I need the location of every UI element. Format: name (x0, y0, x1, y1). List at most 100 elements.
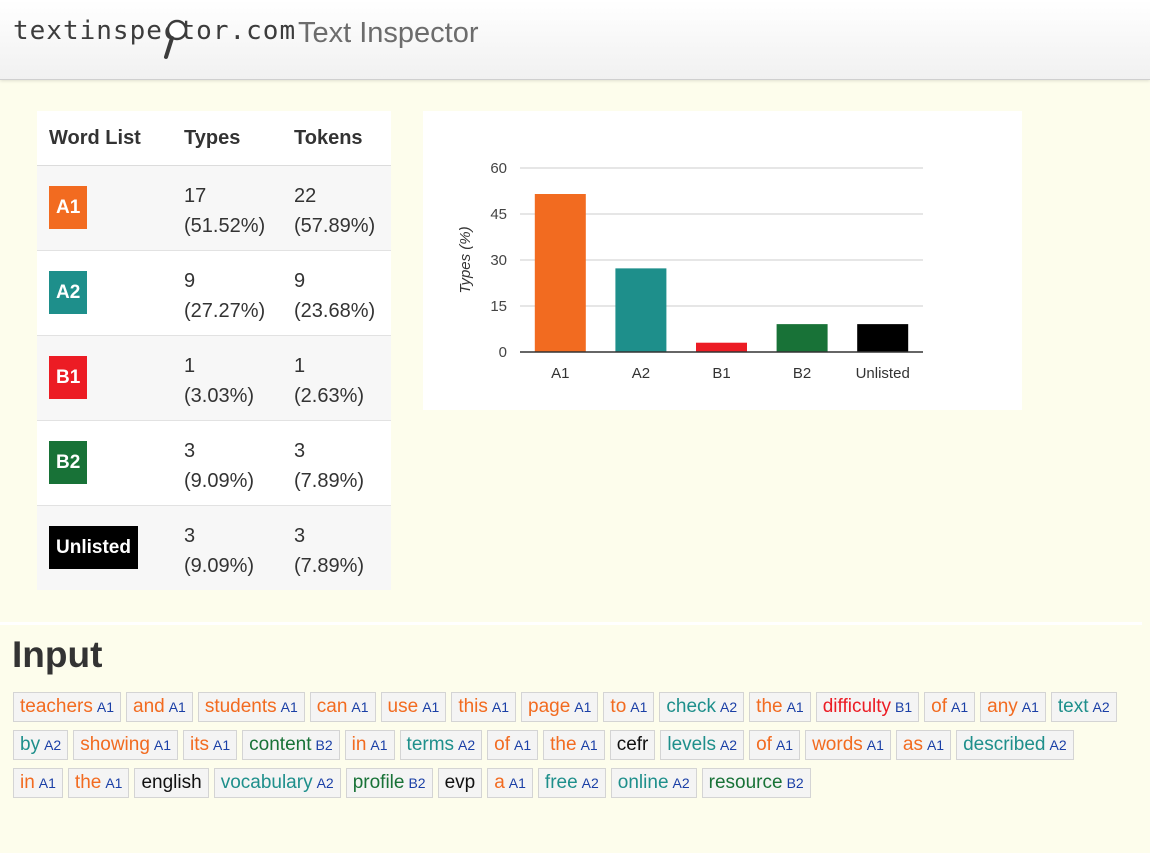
input-token[interactable]: of A1 (487, 730, 539, 760)
input-token[interactable]: the A1 (749, 692, 811, 722)
token-word: page (528, 696, 571, 717)
token-level: A1 (574, 699, 592, 715)
level-badge: A1 (49, 186, 88, 229)
y-tick-label: 45 (490, 206, 507, 223)
site-logo[interactable]: textinspector.com (13, 16, 296, 46)
token-word: this (458, 696, 488, 717)
input-token[interactable]: and A1 (126, 692, 193, 722)
token-word: the (756, 696, 783, 717)
input-token[interactable]: use A1 (380, 692, 447, 722)
input-token[interactable]: evp (437, 768, 483, 798)
types-cell-count: 3 (184, 440, 196, 462)
tokens-cell-count: 22 (294, 185, 317, 207)
token-level: A2 (44, 737, 62, 753)
input-token[interactable]: of A1 (924, 692, 976, 722)
input-token[interactable]: can A1 (309, 692, 376, 722)
types-cell-percent: (9.09%) (184, 470, 255, 492)
level-badge: B1 (49, 356, 88, 399)
types-cell-count: 3 (184, 525, 196, 547)
input-token[interactable]: resource B2 (701, 768, 811, 798)
input-token[interactable]: in A1 (344, 730, 395, 760)
input-token[interactable]: words A1 (805, 730, 891, 760)
y-axis-label: Types (%) (457, 226, 474, 293)
input-token[interactable]: english (134, 768, 209, 798)
input-token[interactable]: by A2 (13, 730, 69, 760)
input-token[interactable]: text A2 (1050, 692, 1117, 722)
tokens-cell: 3 (7.89%) (294, 521, 364, 581)
input-token[interactable]: showing A1 (73, 730, 179, 760)
input-token[interactable]: teachers A1 (13, 692, 121, 722)
token-word: online (617, 772, 669, 793)
level-badge: A2 (49, 271, 88, 314)
input-token[interactable]: vocabulary A2 (213, 768, 341, 798)
tokens-cell-percent: (23.68%) (294, 300, 376, 322)
input-token[interactable]: this A1 (451, 692, 517, 722)
token-word: the (74, 772, 102, 793)
input-token[interactable]: online A2 (610, 768, 697, 798)
input-token[interactable]: terms A2 (399, 730, 483, 760)
input-token[interactable]: in A1 (13, 768, 63, 798)
tokens-cell: 3 (7.89%) (294, 436, 364, 496)
input-token[interactable]: to A1 (603, 692, 655, 722)
types-cell-count: 17 (184, 185, 207, 207)
input-token[interactable]: the A1 (543, 730, 605, 760)
bar-a1 (534, 194, 586, 352)
input-token[interactable]: students A1 (197, 692, 305, 722)
input-token[interactable]: free A2 (537, 768, 606, 798)
token-level: A2 (1092, 699, 1110, 715)
input-token[interactable]: cefr (609, 730, 656, 760)
token-word: as (902, 734, 923, 755)
table-row: B2 3 (9.09%) 3 (7.89%) (37, 421, 391, 506)
input-token[interactable]: profile B2 (345, 768, 433, 798)
x-tick-label: A1 (551, 365, 569, 382)
input-token[interactable]: a A1 (487, 768, 533, 798)
token-level: A2 (316, 775, 334, 791)
tokens-cell: 9 (23.68%) (294, 266, 375, 326)
input-token[interactable]: of A1 (749, 730, 801, 760)
tokens-cell-percent: (7.89%) (294, 470, 365, 492)
token-level: A2 (1049, 737, 1067, 753)
input-token[interactable]: levels A2 (660, 730, 745, 760)
token-word: free (544, 772, 578, 793)
types-cell-percent: (9.09%) (184, 555, 255, 577)
level-badge: Unlisted (49, 526, 138, 569)
input-token[interactable]: check A2 (659, 692, 745, 722)
y-tick-label: 60 (490, 160, 507, 177)
input-token[interactable]: difficulty B1 (815, 692, 920, 722)
token-word: difficulty (822, 696, 892, 717)
token-word: to (610, 696, 627, 717)
input-token[interactable]: page A1 (521, 692, 599, 722)
tokens-cell-count: 3 (294, 440, 306, 462)
token-level: A2 (672, 775, 690, 791)
token-word: content (249, 734, 312, 755)
bar-a2 (615, 268, 667, 352)
word-list-table: Word List Types Tokens A1 17 (51.52%) 22 (57… (37, 111, 391, 590)
token-word: levels (667, 734, 716, 755)
token-level: A1 (422, 699, 440, 715)
token-word: teachers (20, 696, 93, 717)
token-level: A1 (38, 775, 56, 791)
input-token[interactable]: its A1 (183, 730, 238, 760)
token-word: its (190, 734, 210, 755)
input-token[interactable]: as A1 (895, 730, 952, 760)
token-word: and (133, 696, 165, 717)
token-level: A1 (630, 699, 648, 715)
table-header: Word List Types Tokens (37, 111, 391, 166)
input-token[interactable]: described A2 (956, 730, 1074, 760)
types-cell-percent: (27.27%) (184, 300, 266, 322)
input-token[interactable]: any A1 (980, 692, 1046, 722)
input-token[interactable]: content B2 (242, 730, 340, 760)
app-title: Text Inspector (298, 17, 479, 49)
token-word: students (204, 696, 277, 717)
types-cell-count: 1 (184, 355, 196, 377)
bar-b1 (696, 342, 747, 352)
token-word: vocabulary (220, 772, 313, 793)
token-level: A1 (951, 699, 969, 715)
table-row: A1 17 (51.52%) 22 (57.89%) (37, 166, 391, 251)
token-level: A1 (866, 737, 884, 753)
input-token[interactable]: the A1 (67, 768, 130, 798)
types-cell: 3 (9.09%) (184, 521, 254, 581)
token-level: A2 (458, 737, 476, 753)
x-tick-label: B1 (712, 365, 730, 382)
token-level: A1 (351, 699, 369, 715)
